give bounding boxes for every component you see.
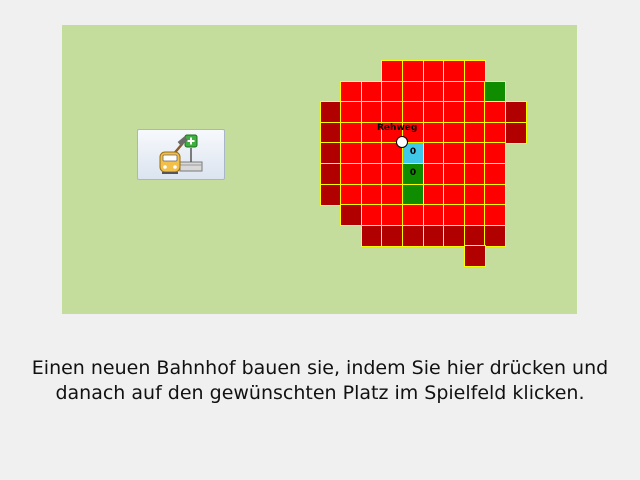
grid-cell[interactable] (443, 204, 465, 226)
grid-cell[interactable] (340, 122, 362, 144)
grid-cell[interactable] (423, 60, 445, 82)
grid-cell[interactable] (381, 225, 403, 247)
grid-cell[interactable] (361, 184, 383, 206)
grid-cell[interactable] (340, 101, 362, 123)
grid-cell[interactable] (423, 204, 445, 226)
grid-cell[interactable] (402, 225, 424, 247)
grid-cell[interactable] (443, 60, 465, 82)
grid-cell[interactable] (443, 163, 465, 185)
grid-cell[interactable] (443, 184, 465, 206)
station-name-label: Rehweg (377, 123, 418, 133)
grid-cell[interactable] (361, 225, 383, 247)
grid-cell[interactable] (484, 163, 506, 185)
grid-cell[interactable] (381, 163, 403, 185)
grid-cell[interactable] (484, 101, 506, 123)
grid-cell[interactable] (361, 101, 383, 123)
grid-cell[interactable] (340, 163, 362, 185)
station-marker[interactable] (396, 136, 408, 148)
grid-cell[interactable] (464, 225, 486, 247)
grid-cell[interactable] (320, 163, 342, 185)
grid-cell[interactable] (464, 142, 486, 164)
station-grid[interactable]: 00 (62, 25, 577, 314)
grid-cell[interactable] (464, 122, 486, 144)
grid-cell[interactable] (361, 204, 383, 226)
grid-cell[interactable] (381, 60, 403, 82)
grid-cell[interactable] (484, 225, 506, 247)
grid-cell[interactable] (464, 81, 486, 103)
grid-cell[interactable] (381, 81, 403, 103)
grid-cell[interactable] (320, 184, 342, 206)
cell-count-label: 0 (409, 168, 417, 178)
grid-cell[interactable] (423, 142, 445, 164)
game-board[interactable]: 00 Rehweg (62, 25, 577, 314)
grid-cell[interactable] (340, 184, 362, 206)
grid-cell[interactable] (320, 142, 342, 164)
grid-cell[interactable] (402, 60, 424, 82)
grid-cell[interactable] (340, 204, 362, 226)
grid-cell[interactable] (402, 184, 424, 206)
grid-cell[interactable] (505, 122, 527, 144)
grid-cell[interactable] (443, 101, 465, 123)
grid-cell[interactable] (464, 163, 486, 185)
tutorial-hint-text: Einen neuen Bahnhof bauen sie, indem Sie… (31, 357, 609, 404)
grid-cell[interactable] (464, 184, 486, 206)
grid-cell[interactable] (464, 204, 486, 226)
grid-cell[interactable] (464, 101, 486, 123)
grid-cell[interactable] (484, 184, 506, 206)
grid-cell[interactable] (443, 225, 465, 247)
grid-cell[interactable] (423, 184, 445, 206)
grid-cell[interactable] (402, 101, 424, 123)
grid-cell[interactable] (443, 142, 465, 164)
grid-cell[interactable] (423, 81, 445, 103)
grid-cell[interactable] (484, 204, 506, 226)
grid-cell[interactable] (484, 142, 506, 164)
grid-cell[interactable] (340, 142, 362, 164)
grid-cell[interactable] (361, 142, 383, 164)
grid-cell[interactable] (484, 122, 506, 144)
grid-cell[interactable] (381, 204, 403, 226)
grid-cell[interactable] (464, 60, 486, 82)
grid-cell[interactable] (423, 101, 445, 123)
grid-cell[interactable] (505, 101, 527, 123)
grid-cell[interactable] (361, 81, 383, 103)
grid-cell[interactable] (320, 122, 342, 144)
grid-cell[interactable] (423, 163, 445, 185)
grid-cell[interactable] (381, 101, 403, 123)
grid-cell[interactable] (423, 122, 445, 144)
grid-cell[interactable] (402, 204, 424, 226)
cell-count-label: 0 (409, 147, 417, 157)
grid-cell[interactable] (320, 101, 342, 123)
grid-cell[interactable] (443, 81, 465, 103)
grid-cell[interactable] (443, 122, 465, 144)
grid-cell[interactable] (340, 81, 362, 103)
grid-cell[interactable] (402, 81, 424, 103)
grid-cell[interactable] (361, 163, 383, 185)
grid-cell[interactable] (381, 184, 403, 206)
grid-cell[interactable] (484, 81, 506, 103)
grid-cell[interactable] (464, 245, 486, 267)
grid-cell[interactable] (423, 225, 445, 247)
